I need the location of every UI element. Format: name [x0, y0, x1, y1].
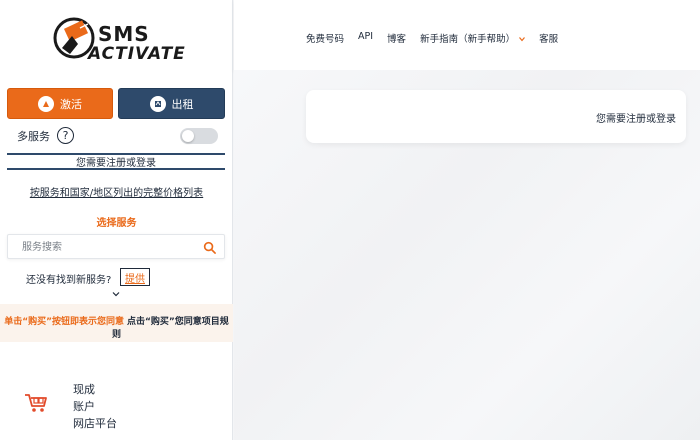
sidebar: SMS ACTIVATE 激活 出租 多服务 ? 您需要注册或登录 按服务和国家…	[0, 0, 233, 440]
not-found-text: 还没有找到新服务?	[26, 275, 112, 286]
logo-text-sms: SMS	[98, 22, 150, 46]
agreement-rules-link[interactable]: 点击“购买”您同意项目规则	[112, 317, 229, 340]
chevron-down-icon	[519, 37, 526, 42]
nav-free-numbers[interactable]: 免费号码	[306, 31, 344, 45]
main-content: 您需要注册或登录	[234, 70, 700, 440]
nav-api[interactable]: API	[358, 31, 373, 45]
search-icon[interactable]	[203, 241, 216, 254]
agreement-orange: 单击“购买”按钮即表示您同意	[4, 317, 125, 327]
main-nav: 免费号码 API 博客 新手指南（新手帮助） 客服	[306, 31, 558, 45]
logo-text-activate: ACTIVATE	[88, 44, 186, 64]
activate-label: 激活	[60, 97, 82, 111]
activate-button[interactable]: 激活	[7, 88, 113, 119]
cart-icon	[25, 394, 47, 412]
nav-guide[interactable]: 新手指南（新手帮助）	[420, 31, 526, 45]
help-icon[interactable]: ?	[57, 127, 74, 144]
login-card: 您需要注册或登录	[306, 90, 686, 143]
multi-service-toggle[interactable]	[180, 128, 218, 144]
service-search[interactable]	[7, 234, 225, 259]
rent-button[interactable]: 出租	[118, 88, 225, 119]
toggle-knob	[182, 130, 194, 142]
nav-guide-label: 新手指南（新手帮助）	[420, 34, 516, 45]
login-card-text[interactable]: 您需要注册或登录	[596, 110, 676, 125]
price-list-link[interactable]: 按服务和国家/地区列出的完整价格列表	[0, 184, 233, 199]
rent-icon	[149, 95, 166, 112]
shop-link[interactable]: 现成 账户 网店平台	[73, 381, 117, 432]
rent-label: 出租	[171, 97, 194, 111]
login-notice[interactable]: 您需要注册或登录	[7, 153, 225, 170]
activate-icon	[38, 95, 54, 112]
nav-blog[interactable]: 博客	[387, 31, 406, 45]
nav-support[interactable]: 客服	[539, 31, 558, 45]
shop-line-3: 网店平台	[73, 417, 117, 430]
shop-line-2: 账户	[73, 400, 95, 413]
sms-activate-logo[interactable]: SMS ACTIVATE	[52, 14, 185, 70]
top-header: 免费号码 API 博客 新手指南（新手帮助） 客服	[234, 0, 700, 70]
agreement-notice: 单击“购买”按钮即表示您同意 点击“购买”您同意项目规则	[0, 304, 233, 342]
shop-line-1: 现成	[73, 383, 95, 396]
choose-service-heading: 选择服务	[96, 218, 137, 229]
multi-service-label: 多服务	[17, 130, 50, 143]
chevron-down-icon[interactable]	[112, 290, 120, 298]
provide-link[interactable]: 提供	[120, 268, 150, 286]
service-search-input[interactable]	[22, 239, 202, 255]
